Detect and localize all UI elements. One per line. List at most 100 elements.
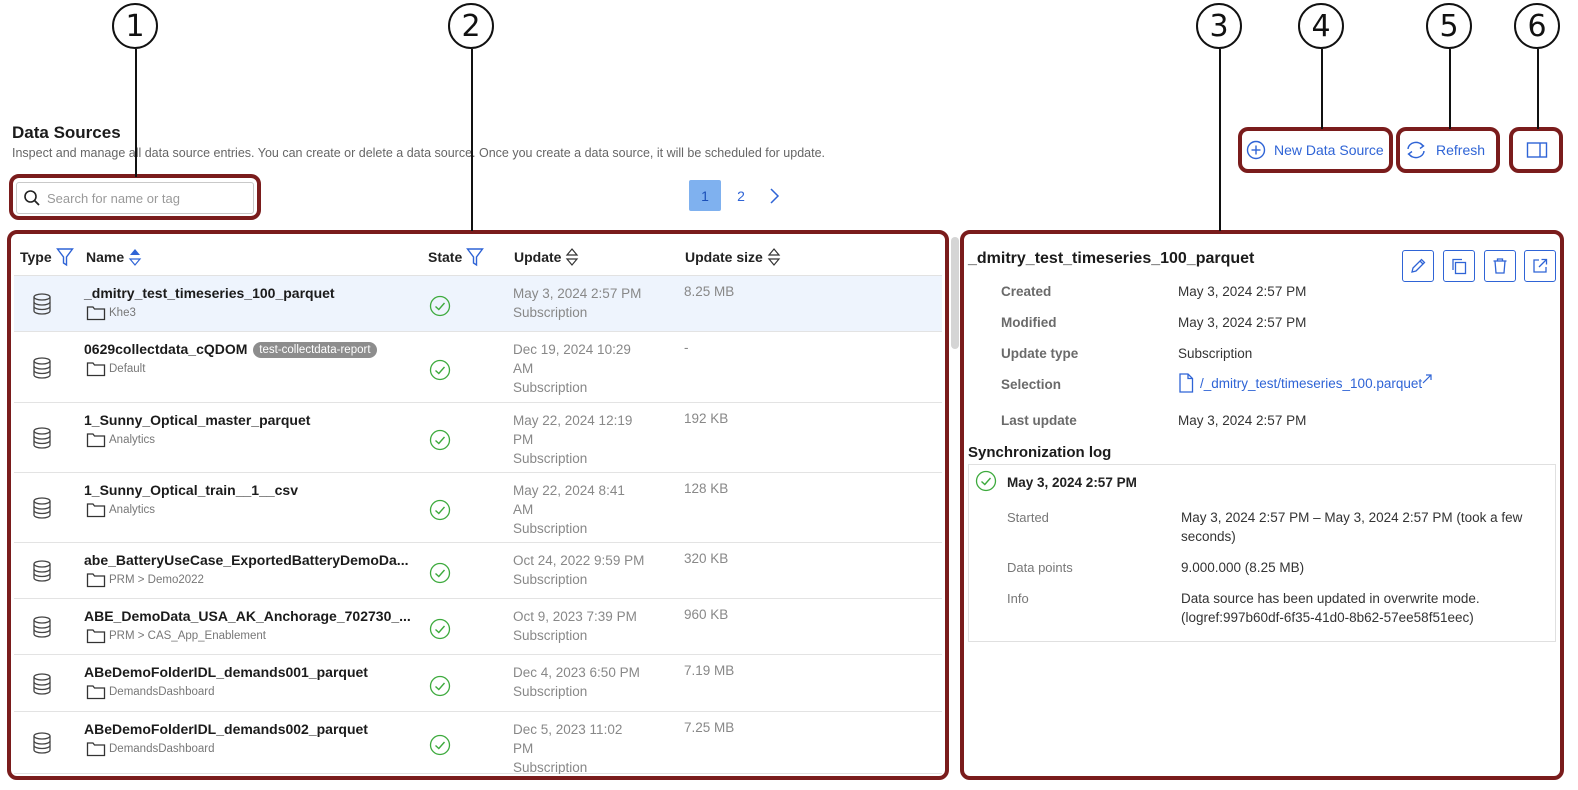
- update-line: Subscription: [513, 684, 588, 699]
- row-folder-text: Analytics: [109, 434, 156, 446]
- meta-label-selection: Selection: [1001, 377, 1062, 392]
- database-icon: [33, 673, 51, 695]
- row-update: Dec 19, 2024 10:29 AM Subscription: [513, 340, 653, 397]
- row-name-text: 1_Sunny_Optical_train__1__csv: [84, 482, 299, 498]
- data-sources-table: Type Name State Update Update size _dmit…: [14, 238, 942, 774]
- callout-leader: [1537, 49, 1539, 129]
- detail-title: _dmitry_test_timeseries_100_parquet: [968, 250, 1255, 267]
- refresh-button[interactable]: Refresh: [1404, 132, 1485, 168]
- row-name[interactable]: ABeDemoFolderIDL_demands002_parquet: [84, 721, 368, 737]
- row-name[interactable]: ABE_DemoData_USA_AK_Anchorage_702730_...: [84, 608, 411, 624]
- edit-button[interactable]: [1402, 250, 1434, 282]
- row-folder-text: DemandsDashboard: [109, 686, 215, 698]
- success-icon: [429, 359, 451, 381]
- table-row[interactable]: ABeDemoFolderIDL_demands001_parquet Deman…: [14, 655, 942, 712]
- row-name[interactable]: abe_BatteryUseCase_ExportedBatteryDemoDa…: [84, 552, 408, 568]
- row-size: 192 KB: [684, 411, 729, 426]
- search-icon: [24, 190, 40, 206]
- row-folder-text: PRM > CAS_App_Enablement: [109, 630, 266, 642]
- open-external-button[interactable]: [1524, 250, 1556, 282]
- row-name-text: ABE_DemoData_USA_AK_Anchorage_702730_...: [84, 608, 411, 624]
- filter-icon[interactable]: [55, 247, 74, 267]
- column-header-type[interactable]: Type: [20, 238, 74, 276]
- pencil-icon: [1411, 258, 1426, 273]
- callout-leader: [471, 49, 473, 231]
- success-icon: [975, 470, 997, 492]
- copy-button[interactable]: [1443, 250, 1475, 282]
- toggle-detail-panel-button[interactable]: [1526, 132, 1548, 168]
- success-icon: [429, 499, 451, 521]
- sort-icon[interactable]: [767, 246, 781, 268]
- new-data-source-button[interactable]: New Data Source: [1246, 132, 1384, 168]
- row-tag[interactable]: test-collectdata-report: [253, 342, 377, 358]
- update-line: AM: [513, 361, 534, 376]
- column-header-state[interactable]: State: [428, 238, 485, 276]
- table-body: _dmitry_test_timeseries_100_parquet Khe3 M…: [14, 276, 942, 774]
- callout-5: 5: [1426, 3, 1472, 49]
- row-name[interactable]: 1_Sunny_Optical_master_parquet: [84, 412, 310, 428]
- selection-link[interactable]: /_dmitry_test/timeseries_100.parquet: [1178, 372, 1432, 394]
- column-header-label: Name: [86, 249, 125, 265]
- table-row[interactable]: ABeDemoFolderIDL_demands002_parquet Deman…: [14, 712, 942, 774]
- table-row[interactable]: 0629collectdata_cQDOM test-collectdata-r…: [14, 332, 942, 403]
- table-row[interactable]: 1_Sunny_Optical_master_parquet Analytics M…: [14, 403, 942, 473]
- row-size: 7.19 MB: [684, 663, 735, 678]
- sort-icon[interactable]: [128, 246, 142, 268]
- folder-icon: [86, 573, 106, 588]
- refresh-label: Refresh: [1436, 142, 1486, 158]
- row-name[interactable]: 1_Sunny_Optical_train__1__csv: [84, 482, 298, 498]
- table-row[interactable]: abe_BatteryUseCase_ExportedBatteryDemoDa…: [14, 543, 942, 599]
- row-folder: PRM > CAS_App_Enablement: [86, 628, 266, 644]
- column-header-label: Type: [20, 249, 52, 265]
- row-name[interactable]: _dmitry_test_timeseries_100_parquet: [84, 285, 335, 301]
- meta-label-created: Created: [1001, 284, 1052, 299]
- callout-leader: [1219, 49, 1221, 231]
- table-scrollbar[interactable]: [951, 237, 959, 349]
- row-folder: Analytics: [86, 502, 155, 518]
- row-name[interactable]: ABeDemoFolderIDL_demands001_parquet: [84, 664, 368, 680]
- column-header-label: Update size: [685, 249, 763, 265]
- update-line: Subscription: [513, 760, 588, 774]
- row-folder-text: DemandsDashboard: [109, 743, 215, 755]
- update-line: Dec 19, 2024 10:29: [513, 342, 631, 357]
- update-line: Subscription: [513, 521, 588, 536]
- log-label-started: Started: [1007, 510, 1049, 525]
- row-state: [429, 675, 451, 702]
- column-header-update-size[interactable]: Update size: [685, 238, 781, 276]
- meta-value-update-type: Subscription: [1178, 346, 1253, 361]
- row-size: 960 KB: [684, 607, 729, 622]
- success-icon: [429, 429, 451, 451]
- search-input[interactable]: [47, 190, 247, 206]
- delete-button[interactable]: [1484, 250, 1516, 282]
- table-row[interactable]: ABE_DemoData_USA_AK_Anchorage_702730_...…: [14, 599, 942, 655]
- success-icon: [429, 675, 451, 697]
- row-folder: DemandsDashboard: [86, 684, 214, 700]
- page-button-1[interactable]: 1: [689, 180, 721, 211]
- column-header-name[interactable]: Name: [86, 238, 142, 276]
- row-state: [429, 734, 451, 761]
- next-page-button[interactable]: [761, 180, 787, 211]
- external-link-icon: [1422, 374, 1432, 384]
- filter-icon[interactable]: [466, 247, 485, 267]
- sync-log-entry: May 3, 2024 2:57 PM Started May 3, 2024 …: [968, 464, 1556, 642]
- database-icon: [33, 357, 51, 379]
- page-button-2[interactable]: 2: [725, 180, 757, 211]
- row-name-text: ABeDemoFolderIDL_demands002_parquet: [84, 721, 368, 737]
- meta-value-last-update: May 3, 2024 2:57 PM: [1178, 413, 1307, 428]
- sort-icon[interactable]: [565, 246, 579, 268]
- refresh-icon: [1407, 141, 1425, 159]
- row-update: Dec 5, 2023 11:02 PM Subscription: [513, 720, 653, 774]
- row-size: 320 KB: [684, 551, 729, 566]
- search-box[interactable]: [16, 182, 254, 214]
- row-name[interactable]: 0629collectdata_cQDOM test-collectdata-r…: [84, 341, 377, 358]
- update-line: Subscription: [513, 451, 588, 466]
- row-name-text: _dmitry_test_timeseries_100_parquet: [84, 285, 335, 301]
- row-size: 7.25 MB: [684, 720, 735, 735]
- success-icon: [429, 734, 451, 756]
- row-size: -: [684, 340, 689, 355]
- table-row[interactable]: 1_Sunny_Optical_train__1__csv Analytics Ma…: [14, 473, 942, 543]
- update-line: Subscription: [513, 305, 588, 320]
- row-folder: DemandsDashboard: [86, 741, 214, 757]
- column-header-update[interactable]: Update: [514, 238, 579, 276]
- table-row[interactable]: _dmitry_test_timeseries_100_parquet Khe3 M…: [14, 276, 942, 332]
